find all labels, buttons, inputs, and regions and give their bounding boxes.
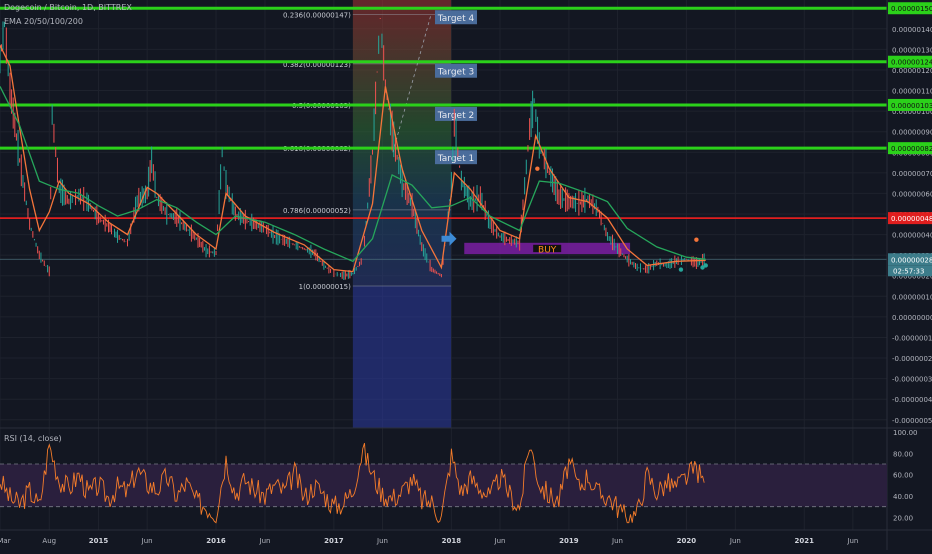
price-axis-tick: -0.00000030 (892, 376, 932, 384)
rsi-axis-tick: 20.00 (893, 514, 913, 522)
time-axis-tick: Jun (729, 537, 741, 545)
price-axis-tick: -0.00000050 (892, 417, 932, 425)
time-axis-tick: Aug (42, 537, 56, 545)
rsi-axis-tick: 40.00 (893, 493, 913, 501)
fib-level-label: 0.236(0.00000147) (283, 11, 351, 19)
target-label: Target 2 (437, 111, 474, 121)
price-axis-tick: 0.00000110 (892, 88, 932, 96)
buy-label: BUY (538, 245, 557, 255)
time-axis-tick: Mar (0, 537, 11, 545)
price-axis-tick: -0.00000040 (892, 396, 932, 404)
price-axis-tick: 0.00000000 (892, 314, 932, 322)
time-axis-tick: 2016 (206, 537, 226, 545)
ema-indicator-label[interactable]: EMA 20/50/100/200 (4, 17, 83, 26)
time-axis-tick: Jun (611, 537, 623, 545)
price-label: 0.00000048 (891, 215, 932, 223)
price-axis-tick: -0.00000010 (892, 334, 932, 342)
signal-marker (535, 166, 540, 171)
price-axis-tick: 0.00000060 (892, 190, 932, 198)
price-label: 0.00000124 (891, 59, 932, 67)
time-axis-tick: 2021 (795, 537, 815, 545)
price-label: 0.00000103 (891, 102, 932, 110)
chart-root: 0.236(0.00000147)0.382(0.00000123)0.5(0.… (0, 0, 932, 550)
price-axis-tick: 0.00000120 (892, 67, 932, 75)
fib-level-label: 0.786(0.00000052) (283, 207, 351, 215)
fib-retracement-zone (352, 0, 452, 287)
time-axis-tick: 2019 (559, 537, 579, 545)
chart-svg: 0.236(0.00000147)0.382(0.00000123)0.5(0.… (0, 0, 932, 550)
time-axis-tick: Jun (846, 537, 858, 545)
price-axis-tick: 0.00000090 (892, 129, 932, 137)
countdown-label: 02:57:33 (893, 267, 924, 275)
rsi-axis-tick: 100.00 (893, 429, 918, 437)
price-axis-tick: 0.00000130 (892, 46, 932, 54)
price-axis-tick: 0.00000070 (892, 170, 932, 178)
fib-extension-zone (352, 286, 452, 428)
time-axis-tick: Jun (259, 537, 271, 545)
time-axis-tick: 2017 (324, 537, 344, 545)
price-axis-tick: 0.00000040 (892, 232, 932, 240)
target-label: Target 4 (437, 14, 475, 24)
time-axis-tick: 2018 (442, 537, 462, 545)
fib-level-label: 1(0.00000015) (299, 283, 351, 291)
symbol-title[interactable]: Dogecoin / Bitcoin, 1D, BITTREX (4, 3, 132, 12)
time-axis-tick: Jun (141, 537, 153, 545)
time-axis-tick: Jun (376, 537, 388, 545)
price-label: 0.00000028 (891, 256, 932, 264)
price-axis-tick: 0.00000010 (892, 293, 932, 301)
time-axis-tick: Jun (494, 537, 506, 545)
signal-marker (678, 267, 684, 272)
time-axis-tick: 2015 (89, 537, 109, 545)
signal-marker (694, 237, 699, 242)
signal-marker (703, 263, 708, 268)
rsi-axis-tick: 80.00 (893, 450, 913, 458)
price-axis-tick: 0.00000140 (892, 26, 932, 34)
rsi-indicator-label[interactable]: RSI (14, close) (4, 434, 62, 443)
price-axis-tick: -0.00000020 (892, 355, 932, 363)
target-label: Target 3 (437, 68, 474, 78)
price-label: 0.00000150 (891, 5, 932, 13)
rsi-axis-tick: 60.00 (893, 472, 913, 480)
target-label: Target 1 (437, 154, 474, 164)
price-label: 0.00000082 (891, 145, 932, 153)
time-axis-tick: 2020 (677, 537, 697, 545)
